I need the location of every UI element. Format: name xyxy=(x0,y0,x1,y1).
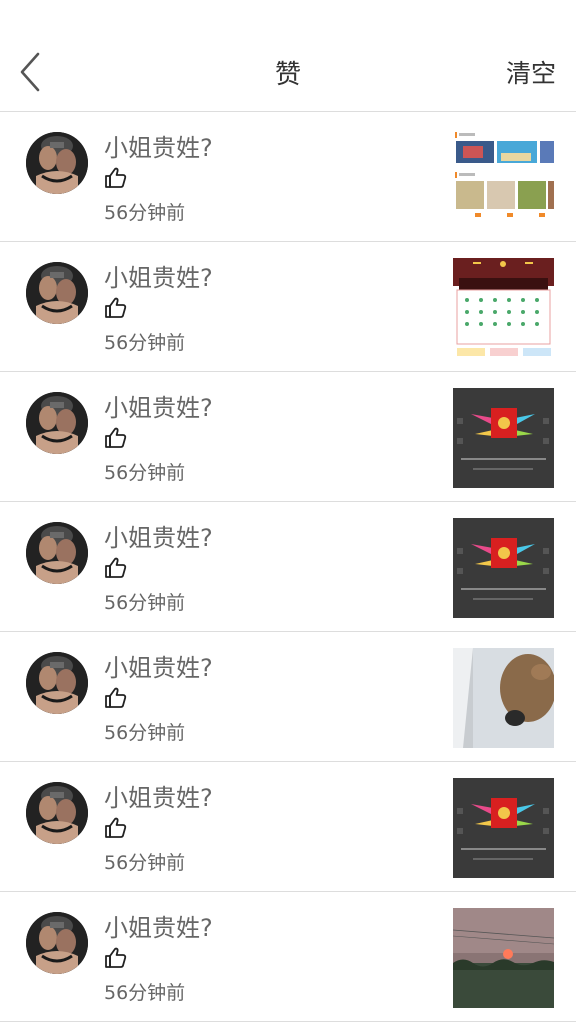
user-name: 小姐贵姓? xyxy=(104,264,213,292)
timestamp: 56分钟前 xyxy=(104,332,186,354)
timestamp: 56分钟前 xyxy=(104,592,186,614)
post-thumbnail[interactable] xyxy=(453,518,554,618)
post-thumbnail[interactable] xyxy=(453,648,554,748)
thumbs-up-icon xyxy=(105,427,127,448)
thumbs-up-icon xyxy=(105,557,127,578)
thumbs-up-icon xyxy=(105,687,127,708)
list-item[interactable]: 小姐贵姓? 56分钟前 xyxy=(0,242,576,372)
timestamp: 56分钟前 xyxy=(104,202,186,224)
list-item[interactable]: 小姐贵姓? 56分钟前 xyxy=(0,372,576,502)
avatar[interactable] xyxy=(26,652,88,714)
post-thumbnail[interactable] xyxy=(453,778,554,878)
timestamp: 56分钟前 xyxy=(104,722,186,744)
user-name: 小姐贵姓? xyxy=(104,394,213,422)
user-name: 小姐贵姓? xyxy=(104,524,213,552)
timestamp: 56分钟前 xyxy=(104,852,186,874)
user-name: 小姐贵姓? xyxy=(104,784,213,812)
thumbs-up-icon xyxy=(105,297,127,318)
avatar[interactable] xyxy=(26,782,88,844)
user-name: 小姐贵姓? xyxy=(104,914,213,942)
avatar[interactable] xyxy=(26,522,88,584)
list-item[interactable]: 小姐贵姓? 56分钟前 xyxy=(0,892,576,1022)
post-thumbnail[interactable] xyxy=(453,908,554,1008)
avatar[interactable] xyxy=(26,132,88,194)
chevron-left-icon xyxy=(20,52,40,92)
back-button[interactable] xyxy=(14,50,48,94)
thumbs-up-icon xyxy=(105,817,127,838)
timestamp: 56分钟前 xyxy=(104,462,186,484)
thumbs-up-icon xyxy=(105,947,127,968)
clear-button[interactable]: 清空 xyxy=(506,54,556,90)
likes-list: 小姐贵姓? 56分钟前 小姐贵姓? 56分钟前 小姐贵姓? 56分钟前 小姐贵姓… xyxy=(0,112,576,1022)
user-name: 小姐贵姓? xyxy=(104,134,213,162)
list-item[interactable]: 小姐贵姓? 56分钟前 xyxy=(0,112,576,242)
timestamp: 56分钟前 xyxy=(104,982,186,1004)
list-item[interactable]: 小姐贵姓? 56分钟前 xyxy=(0,632,576,762)
avatar[interactable] xyxy=(26,392,88,454)
avatar[interactable] xyxy=(26,912,88,974)
post-thumbnail[interactable] xyxy=(453,128,554,228)
user-name: 小姐贵姓? xyxy=(104,654,213,682)
list-item[interactable]: 小姐贵姓? 56分钟前 xyxy=(0,502,576,632)
avatar[interactable] xyxy=(26,262,88,324)
post-thumbnail[interactable] xyxy=(453,258,554,358)
top-bar: 赞 清空 xyxy=(0,0,576,112)
page-title: 赞 xyxy=(274,60,301,90)
thumbs-up-icon xyxy=(105,167,127,188)
list-item[interactable]: 小姐贵姓? 56分钟前 xyxy=(0,762,576,892)
post-thumbnail[interactable] xyxy=(453,388,554,488)
